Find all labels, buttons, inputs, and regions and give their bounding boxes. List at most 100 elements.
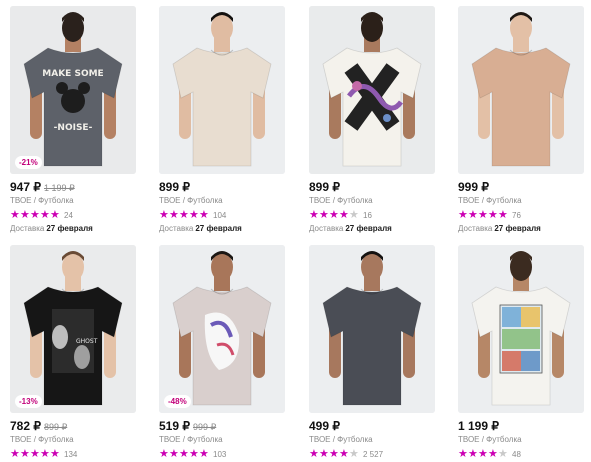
- delivery-info: Доставка 27 февраля: [458, 224, 584, 234]
- star-icon: ★: [20, 448, 30, 460]
- brand-category[interactable]: ТВОЕ / Футболка: [159, 196, 285, 206]
- star-rating-icon: ★ ★ ★ ★ ★: [10, 210, 60, 221]
- product-image: [159, 6, 285, 174]
- product-photo[interactable]: [309, 245, 435, 413]
- star-icon: ★: [458, 209, 468, 221]
- product-photo[interactable]: MAKE SOME -NOISE- -21%: [10, 6, 136, 174]
- product-card[interactable]: 999 ₽ ТВОЕ / Футболка ★ ★ ★ ★ ★ 76 Доставка 27…: [458, 6, 584, 234]
- svg-text:GHOST: GHOST: [76, 338, 98, 345]
- delivery-date: 27 февраля: [46, 224, 93, 233]
- delivery-info: Доставка 27 февраля: [159, 224, 285, 234]
- star-icon: ★: [329, 209, 339, 221]
- star-icon: ★: [199, 448, 209, 460]
- old-price: 1 199 ₽: [44, 183, 75, 193]
- delivery-date: 27 февраля: [195, 224, 242, 233]
- discount-badge: -48%: [164, 395, 191, 408]
- review-count: 2 527: [363, 450, 384, 459]
- product-image: GHOST: [10, 245, 136, 413]
- star-icon: ★: [50, 209, 60, 221]
- star-icon: ★: [488, 209, 498, 221]
- review-count: 104: [213, 211, 227, 220]
- price: 519 ₽: [159, 419, 190, 433]
- star-rating-icon: ★ ★ ★ ★ ★: [309, 449, 359, 460]
- star-rating-icon: ★ ★ ★ ★ ★: [10, 449, 60, 460]
- star-rating-icon: ★ ★ ★ ★ ★: [159, 210, 209, 221]
- rating: ★ ★ ★ ★ ★ 103: [159, 449, 285, 460]
- review-count: 24: [64, 211, 73, 220]
- delivery-date: 27 февраля: [494, 224, 541, 233]
- product-image: [458, 245, 584, 413]
- product-image: [458, 6, 584, 174]
- product-photo[interactable]: [309, 6, 435, 174]
- rating: ★ ★ ★ ★ ★ 76: [458, 210, 584, 221]
- brand-category[interactable]: ТВОЕ / Футболка: [458, 435, 584, 445]
- price: 782 ₽: [10, 419, 41, 433]
- rating: ★ ★ ★ ★ ★ 104: [159, 210, 285, 221]
- delivery-info: Доставка 27 февраля: [10, 224, 136, 234]
- review-count: 134: [64, 450, 78, 459]
- product-card[interactable]: 499 ₽ ТВОЕ / Футболка ★ ★ ★ ★ ★ 2 527: [309, 245, 435, 460]
- product-photo[interactable]: [458, 245, 584, 413]
- rating: ★ ★ ★ ★ ★ 134: [10, 449, 136, 460]
- brand-category[interactable]: ТВОЕ / Футболка: [10, 435, 136, 445]
- star-icon: ★: [40, 448, 50, 460]
- brand-category[interactable]: ТВОЕ / Футболка: [458, 196, 584, 206]
- product-photo[interactable]: [458, 6, 584, 174]
- star-icon: ★: [349, 448, 359, 460]
- product-card[interactable]: 899 ₽ ТВОЕ / Футболка ★ ★ ★ ★ ★ 104 Доставка 2…: [159, 6, 285, 234]
- price: 499 ₽: [309, 419, 340, 433]
- star-icon: ★: [309, 209, 319, 221]
- delivery-label: Доставка: [309, 224, 344, 233]
- product-card[interactable]: GHOST -13% 782 ₽899 ₽ ТВОЕ / Футболка ★ ★…: [10, 245, 136, 460]
- star-icon: ★: [468, 209, 478, 221]
- star-icon: ★: [50, 448, 60, 460]
- star-icon: ★: [478, 448, 488, 460]
- star-icon: ★: [169, 448, 179, 460]
- price: 899 ₽: [159, 180, 190, 194]
- star-icon: ★: [319, 448, 329, 460]
- star-icon: ★: [159, 448, 169, 460]
- star-icon: ★: [458, 448, 468, 460]
- review-count: 103: [213, 450, 227, 459]
- discount-badge: -13%: [15, 395, 42, 408]
- star-rating-icon: ★ ★ ★ ★ ★: [458, 210, 508, 221]
- delivery-date: 27 февраля: [345, 224, 392, 233]
- star-rating-icon: ★ ★ ★ ★ ★: [159, 449, 209, 460]
- rating: ★ ★ ★ ★ ★ 48: [458, 449, 584, 460]
- rating: ★ ★ ★ ★ ★ 24: [10, 210, 136, 221]
- discount-badge: -21%: [15, 156, 42, 169]
- product-card[interactable]: MAKE SOME -NOISE- -21% 947 ₽1 199 ₽ ТВОЕ …: [10, 6, 136, 234]
- brand-category[interactable]: ТВОЕ / Футболка: [309, 435, 435, 445]
- star-icon: ★: [309, 448, 319, 460]
- star-icon: ★: [189, 448, 199, 460]
- review-count: 76: [512, 211, 521, 220]
- product-photo[interactable]: GHOST -13%: [10, 245, 136, 413]
- product-image: [309, 6, 435, 174]
- star-icon: ★: [329, 448, 339, 460]
- old-price: 899 ₽: [44, 422, 68, 432]
- product-card[interactable]: 899 ₽ ТВОЕ / Футболка ★ ★ ★ ★ ★ 16 Доставка 27…: [309, 6, 435, 234]
- brand-category[interactable]: ТВОЕ / Футболка: [159, 435, 285, 445]
- star-icon: ★: [339, 448, 349, 460]
- star-icon: ★: [179, 209, 189, 221]
- star-icon: ★: [30, 448, 40, 460]
- price: 899 ₽: [309, 180, 340, 194]
- star-icon: ★: [349, 209, 359, 221]
- old-price: 999 ₽: [193, 422, 217, 432]
- brand-category[interactable]: ТВОЕ / Футболка: [309, 196, 435, 206]
- star-icon: ★: [478, 209, 488, 221]
- brand-category[interactable]: ТВОЕ / Футболка: [10, 196, 136, 206]
- product-photo[interactable]: [159, 6, 285, 174]
- product-card[interactable]: -48% 519 ₽999 ₽ ТВОЕ / Футболка ★ ★ ★ ★ ★ 103: [159, 245, 285, 460]
- delivery-info: Доставка 27 февраля: [309, 224, 435, 234]
- product-photo[interactable]: -48%: [159, 245, 285, 413]
- price: 1 199 ₽: [458, 419, 499, 433]
- review-count: 48: [512, 450, 521, 459]
- product-image: [159, 245, 285, 413]
- svg-text:MAKE SOME: MAKE SOME: [42, 69, 103, 79]
- rating: ★ ★ ★ ★ ★ 16: [309, 210, 435, 221]
- price: 947 ₽: [10, 180, 41, 194]
- product-card[interactable]: 1 199 ₽ ТВОЕ / Футболка ★ ★ ★ ★ ★ 48: [458, 245, 584, 460]
- star-icon: ★: [199, 209, 209, 221]
- star-icon: ★: [468, 448, 478, 460]
